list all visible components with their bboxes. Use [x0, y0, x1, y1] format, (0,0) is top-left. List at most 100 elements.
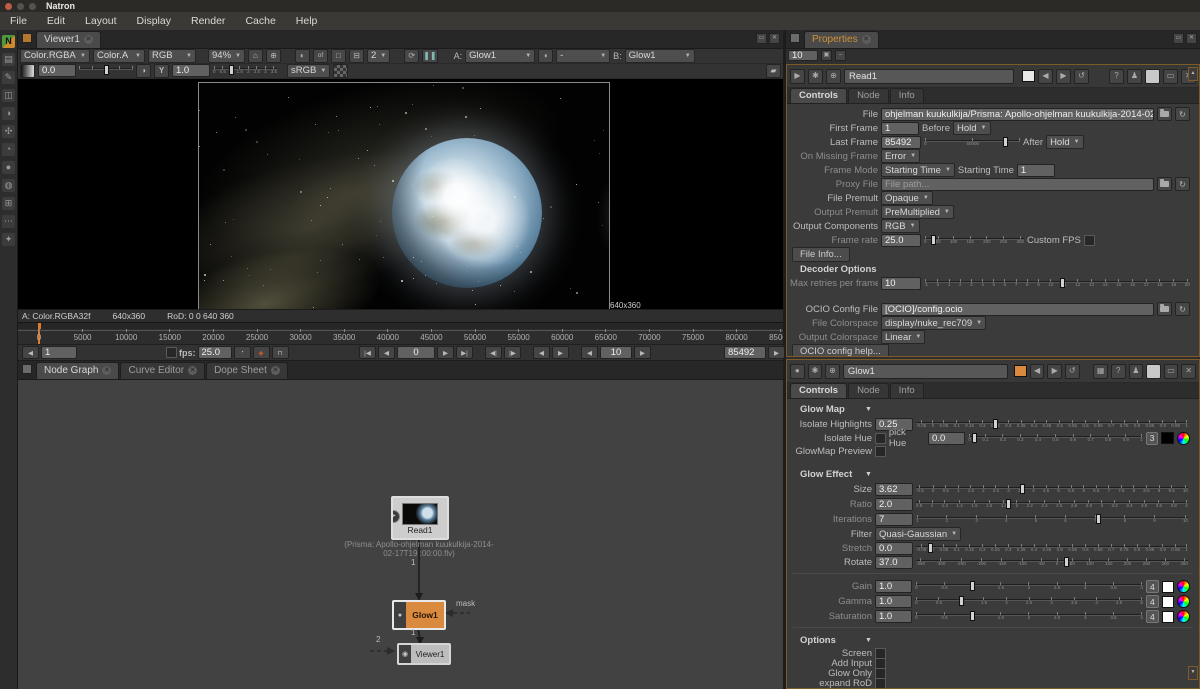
overlay-color-icon[interactable]: ▦ [1093, 364, 1108, 379]
undo-icon[interactable]: ◀ [1038, 69, 1053, 84]
image-tool-icon[interactable]: ▤ [2, 53, 15, 66]
scroll-down-icon[interactable]: ▼ [1188, 666, 1198, 680]
fps-field[interactable]: 25.0 [198, 346, 232, 359]
max-retries-field[interactable]: 10 [881, 277, 921, 290]
minimize-panel-icon[interactable]: ▭ [1163, 69, 1178, 84]
menu-cache[interactable]: Cache [235, 12, 285, 30]
center-node-icon[interactable]: ⊕ [826, 69, 841, 84]
read-node[interactable]: Read1 ▶ [391, 496, 449, 540]
autocontrast-icon[interactable]: ◑ [136, 64, 151, 78]
pane-menu-icon[interactable] [22, 33, 32, 43]
paint-tool-icon[interactable]: ✎ [2, 71, 15, 84]
slider-handle[interactable] [970, 581, 975, 591]
turbo-icon[interactable]: ◆ [253, 346, 270, 359]
hue-color-swatch[interactable] [1161, 432, 1174, 444]
glow-node[interactable]: ● Glow1 [392, 600, 446, 630]
reload-file-icon[interactable]: ↻ [1175, 177, 1190, 191]
overlays-icon[interactable]: of [313, 49, 328, 63]
slider-handle[interactable] [1006, 499, 1011, 509]
center-node-icon[interactable]: ⊕ [825, 364, 840, 379]
file-path-field[interactable]: ohjelman kuukulkija/Prisma: Apollo-ohjel… [881, 108, 1154, 121]
slider-handle[interactable] [1003, 137, 1008, 147]
out-point-field[interactable]: 85492 [724, 346, 766, 359]
tab-curve-editor[interactable]: Curve Editor✕ [120, 362, 205, 379]
tab-controls[interactable]: Controls [790, 383, 847, 398]
saturation-color-swatch[interactable] [1162, 611, 1175, 623]
goto-end-button[interactable]: ▶| [456, 346, 473, 359]
close-window-icon[interactable] [5, 3, 12, 10]
float-panel-icon[interactable] [1146, 364, 1161, 379]
viewer-gamma-slider[interactable]: 00.511.522.533.5 [213, 64, 277, 77]
next-keyframe-button[interactable]: |▶ [504, 346, 521, 359]
clip-to-project-icon[interactable]: ◐ [295, 49, 310, 63]
reload-file-icon[interactable]: ↻ [1175, 107, 1190, 121]
param-slider[interactable]: -0.0500.050.10.150.20.250.30.350.40.450.… [916, 542, 1188, 555]
pause-icon[interactable]: ❚❚ [422, 49, 437, 63]
tab-info[interactable]: Info [890, 88, 924, 103]
glow-only-checkbox[interactable] [875, 668, 886, 679]
other-tool-icon[interactable]: ✦ [2, 233, 15, 246]
next-increment-button[interactable]: ▶ [634, 346, 651, 359]
output-premult-dropdown[interactable]: PreMultiplied▼ [881, 205, 954, 219]
tab-node[interactable]: Node [848, 88, 889, 103]
rotate-field[interactable]: 37.0 [875, 556, 913, 569]
clear-all-panels-icon[interactable]: ▣ [821, 50, 832, 61]
timeline-ruler[interactable]: 0500010000150002000025000300003500040000… [18, 329, 783, 345]
starting-time-field[interactable]: 1 [1017, 164, 1055, 177]
current-frame-field[interactable]: 0 [397, 346, 435, 359]
viewer-canvas[interactable]: 640x360 [18, 79, 783, 310]
lock-zoom-icon[interactable]: ⌂ [248, 49, 263, 63]
luminance-icon[interactable]: Y [154, 64, 169, 78]
node-color-swatch[interactable] [1014, 365, 1027, 377]
help-icon[interactable]: ? [1111, 364, 1126, 379]
stretch-field[interactable]: 0.0 [875, 542, 913, 555]
last-frame-field[interactable]: 85492 [881, 136, 921, 149]
scroll-up-icon[interactable]: ▲ [1188, 67, 1198, 81]
channel-tool-icon[interactable]: ◫ [2, 89, 15, 102]
viewer-node[interactable]: ◉ Viewer1 [397, 643, 451, 665]
param-slider[interactable]: -350-300-250-200-150-100-500501001502002… [916, 556, 1188, 569]
node-color-swatch[interactable] [1022, 70, 1035, 82]
operator-dropdown[interactable]: -▼ [556, 49, 610, 63]
close-tab-icon[interactable]: ✕ [862, 35, 871, 44]
maximize-window-icon[interactable] [29, 3, 36, 10]
previous-increment-button[interactable]: ◀ [581, 346, 598, 359]
zoom-dropdown[interactable]: 94%▼ [208, 49, 245, 63]
saturation-color-wheel-icon[interactable] [1177, 610, 1190, 623]
play-forward-button[interactable]: ▶ [437, 346, 454, 359]
wipe-icon[interactable]: ◖ [538, 49, 553, 63]
output-colorspace-dropdown[interactable]: Linear▼ [881, 330, 925, 344]
alpha-channel-dropdown[interactable]: Color.A▼ [93, 49, 145, 63]
tab-node-graph[interactable]: Node Graph✕ [36, 362, 119, 379]
param-slider[interactable]: -0.500.511.522.533.544.555.566.577.588.5… [916, 483, 1188, 496]
param-slider[interactable]: -101234567891011121314151617181920 [924, 277, 1190, 290]
ocio-help-button[interactable]: OCIO config help... [792, 344, 889, 356]
filter-dropdown[interactable]: Quasi-Gaussian▼ [875, 527, 961, 541]
collapse-group-icon[interactable]: ▼ [865, 637, 872, 644]
frame-rate-field[interactable]: 25.0 [881, 234, 921, 247]
views-tool-icon[interactable]: ⋯ [2, 215, 15, 228]
node-name-field[interactable]: Read1 [844, 69, 1014, 84]
minimize-window-icon[interactable] [17, 3, 24, 10]
previous-frame-button[interactable]: ◀ [533, 346, 550, 359]
file-colorspace-dropdown[interactable]: display/nuke_rec709▼ [881, 316, 986, 330]
menu-render[interactable]: Render [181, 12, 235, 30]
slider-handle[interactable] [993, 419, 998, 429]
close-tab-icon[interactable]: ✕ [102, 366, 111, 375]
color-tool-icon[interactable]: ◑ [2, 107, 15, 120]
set-in-point-button[interactable]: ◀ [22, 346, 39, 359]
settings-icon[interactable]: ✱ [808, 364, 823, 379]
maximize-pane-icon[interactable]: ▭ [1173, 33, 1184, 44]
param-slider[interactable]: 12345678910 [916, 513, 1188, 526]
keyer-tool-icon[interactable]: ● [2, 161, 15, 174]
frame-mode-dropdown[interactable]: Starting Time▼ [881, 163, 955, 177]
screen-checkbox[interactable] [875, 648, 886, 659]
tab-node[interactable]: Node [848, 383, 889, 398]
checkerboard-icon[interactable] [333, 64, 348, 78]
tab-dope-sheet[interactable]: Dope Sheet✕ [206, 362, 288, 379]
expand-panel-icon[interactable]: ● [790, 364, 805, 379]
open-file-icon[interactable] [1157, 107, 1172, 121]
open-file-icon[interactable] [1157, 177, 1172, 191]
saturation-field[interactable]: 1.0 [875, 610, 912, 623]
node-name-field[interactable]: Glow1 [843, 364, 1008, 379]
